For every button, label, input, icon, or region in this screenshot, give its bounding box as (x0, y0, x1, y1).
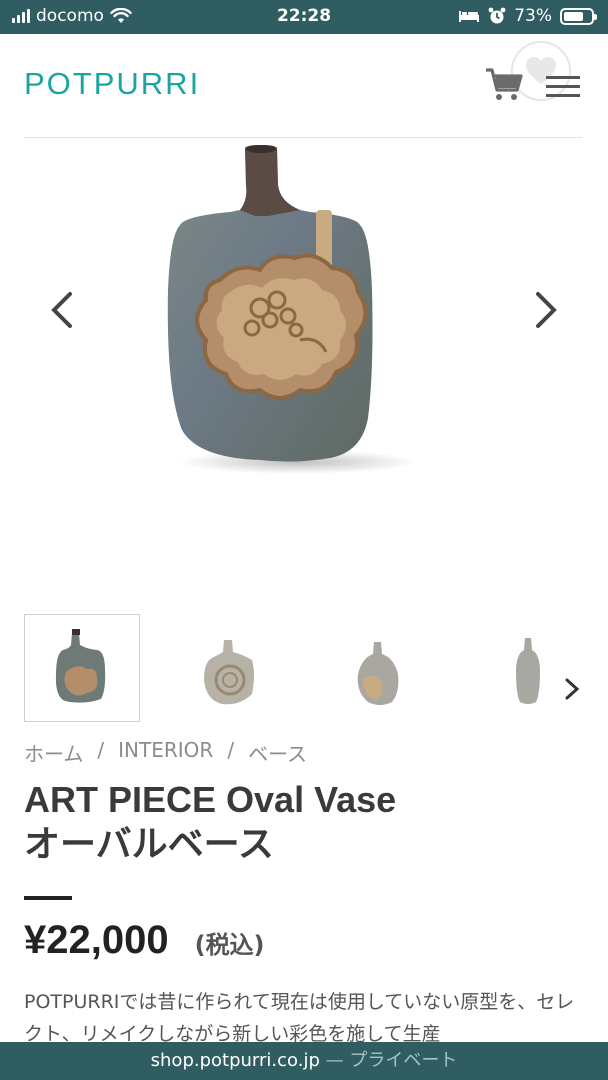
battery-icon (560, 7, 597, 25)
bed-icon (459, 11, 480, 22)
browser-url-bar[interactable]: shop.potpurri.co.jp — プライベート (0, 1042, 608, 1080)
breadcrumb-home[interactable]: ホーム (24, 738, 83, 767)
battery-percent: 73% (514, 6, 552, 26)
header-divider (24, 137, 582, 138)
thumbnail-2[interactable] (172, 614, 288, 722)
site-header: POTPURRI (0, 34, 608, 138)
chevron-right-icon[interactable] (526, 280, 566, 340)
price-value: ¥22,000 (24, 918, 169, 962)
url-domain: shop.potpurri.co.jp (150, 1050, 320, 1071)
thumbnail-image (357, 642, 399, 705)
product-image (167, 145, 418, 474)
breadcrumb-separator: / (227, 738, 235, 762)
thumbnail-next-icon[interactable] (560, 674, 584, 704)
thumbnail-1[interactable] (24, 614, 140, 722)
breadcrumb-separator: / (97, 738, 105, 762)
thumbnail-image (55, 629, 106, 703)
breadcrumb-interior[interactable]: INTERIOR (118, 738, 213, 767)
product-image-carousel[interactable] (0, 140, 608, 600)
alarm-icon (488, 7, 506, 24)
product-description: POTPURRIでは昔に作られて現在は使用していない原型を、セレクト、リメイクし… (24, 991, 575, 1045)
thumbnail-4[interactable] (474, 614, 590, 722)
thumbnail-image (204, 640, 254, 705)
thumbnail-3[interactable] (324, 614, 440, 722)
site-logo[interactable]: POTPURRI (24, 66, 200, 102)
product-price: ¥22,000 (税込) (24, 918, 265, 963)
tax-label: (税込) (194, 931, 265, 959)
thumbnail-strip (24, 614, 594, 722)
breadcrumb-vase[interactable]: ベース (248, 738, 307, 767)
url-private-label: — プライベート (325, 1050, 458, 1071)
status-bar: docomo 22:28 73% (0, 0, 608, 34)
product-title-ja: オーバルベース (24, 823, 274, 864)
thumbnail-image (516, 638, 540, 704)
chevron-left-icon[interactable] (42, 280, 82, 340)
title-underline (24, 896, 72, 900)
breadcrumb: ホーム / INTERIOR / ベース (24, 738, 307, 767)
cart-icon[interactable] (484, 64, 524, 104)
menu-icon[interactable] (546, 74, 580, 100)
status-right: 73% (458, 6, 597, 26)
product-title-en: ART PIECE Oval Vase (24, 779, 397, 820)
product-title: ART PIECE Oval Vase オーバルベース (24, 778, 584, 866)
